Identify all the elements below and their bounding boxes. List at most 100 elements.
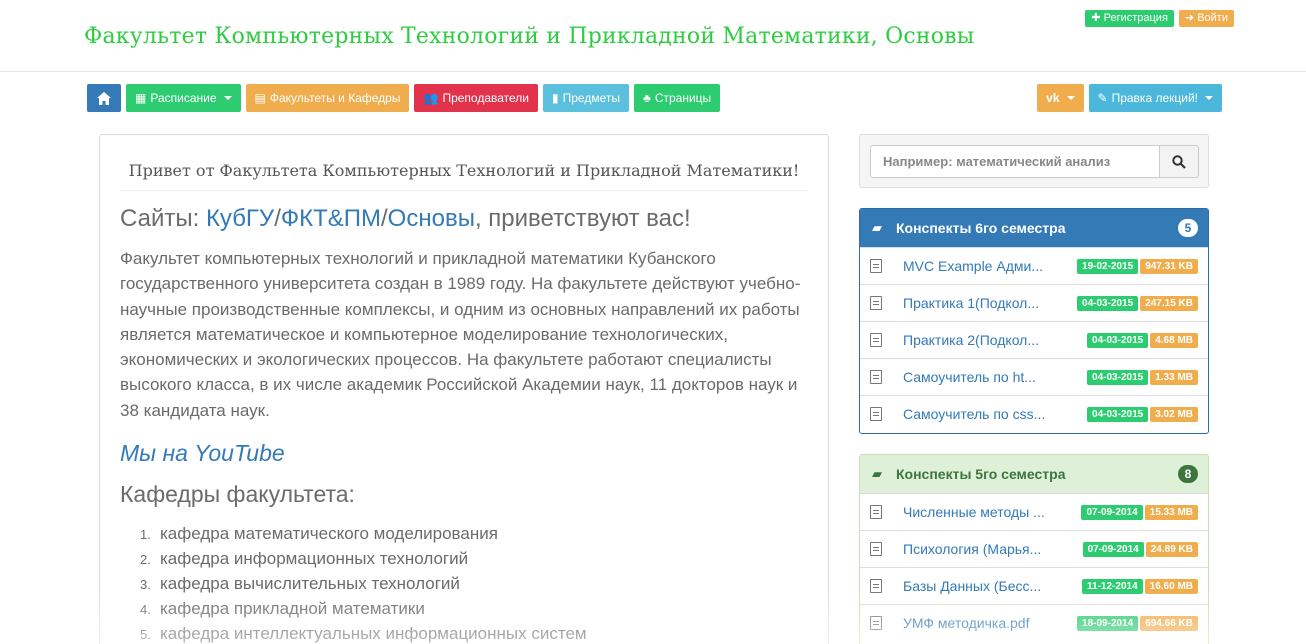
sign-in-icon: ➜ — [1184, 12, 1195, 24]
file-link[interactable]: Базы Данных (Бесс... — [903, 578, 1041, 594]
site-brand[interactable]: Факультет Компьютерных Технологий и Прик… — [84, 24, 974, 49]
file-row[interactable]: УМФ методичка.pdf 18-09-2014 694.66 KB — [860, 604, 1208, 641]
register-button[interactable]: ✚ Регистрация — [1085, 10, 1174, 27]
departments-list: 1. кафедра математического моделирования … — [140, 521, 587, 644]
home-icon — [97, 91, 111, 105]
file-link[interactable]: УМФ методичка.pdf — [903, 615, 1029, 631]
sites-prefix: Сайты: — [120, 205, 206, 232]
search-input[interactable]: Например: математический анализ — [870, 145, 1160, 178]
date-badge: 18-09-2014 — [1077, 615, 1139, 631]
panel-heading[interactable]: ▰ Конспекты 5го семестра 8 — [860, 455, 1208, 493]
file-row[interactable]: Самоучитель по css... 04-03-2015 3.02 MB — [860, 395, 1208, 432]
lectures-dropdown[interactable]: ✎ Правка лекций! — [1088, 84, 1222, 112]
login-label: Войти — [1197, 12, 1228, 24]
file-icon — [870, 333, 882, 347]
size-badge: 16.60 MB — [1144, 578, 1198, 594]
schedule-label: Расписание — [150, 91, 217, 105]
file-icon — [870, 259, 882, 273]
file-link[interactable]: Практика 1(Подкол... — [903, 295, 1039, 311]
size-badge: 3.02 MB — [1150, 406, 1198, 422]
date-badge: 07-09-2014 — [1082, 541, 1144, 557]
department-label: кафедра интеллектуальных информационных … — [160, 624, 587, 643]
osnovy-link[interactable]: Основы — [388, 205, 475, 232]
teachers-button[interactable]: 👥 Преподаватели — [414, 84, 538, 112]
file-row[interactable]: Практика 1(Подкол... 04-03-2015 247.15 KB — [860, 284, 1208, 321]
file-row[interactable]: MVC Example Адми... 19-02-2015 947.31 KB — [860, 247, 1208, 284]
date-badge: 04-03-2015 — [1077, 295, 1139, 311]
youtube-link[interactable]: Мы на YouTube — [120, 440, 285, 467]
file-row[interactable]: Численные методы ... 07-09-2014 15.33 MB — [860, 493, 1208, 530]
auth-buttons: ✚ Регистрация ➜ Войти — [1085, 10, 1234, 27]
department-label: кафедра прикладной математики — [160, 599, 425, 618]
greeting-heading: Привет от Факультета Компьютерных Технол… — [120, 161, 808, 191]
file-icon — [870, 296, 882, 310]
list-number: 2. — [140, 552, 151, 567]
book-icon: ▰ — [872, 466, 882, 481]
size-badge: 947.31 KB — [1140, 258, 1198, 274]
search-button[interactable] — [1159, 145, 1199, 178]
list-number: 3. — [140, 577, 151, 592]
sites-separator: / — [274, 205, 281, 232]
file-row[interactable]: Практика 2(Подкол... 04-03-2015 4.68 MB — [860, 321, 1208, 358]
list-item: 4. кафедра прикладной математики — [140, 596, 587, 621]
department-label: кафедра вычислительных технологий — [160, 574, 460, 593]
subjects-label: Предметы — [562, 91, 620, 105]
chevron-down-icon — [1066, 96, 1075, 100]
lectures-label: Правка лекций! — [1111, 91, 1198, 105]
size-badge: 247.15 KB — [1140, 295, 1198, 311]
file-link[interactable]: Самоучитель по css... — [903, 406, 1045, 422]
calendar-icon: ▦ — [135, 91, 147, 105]
date-badge: 04-03-2015 — [1087, 332, 1149, 348]
size-badge: 15.33 MB — [1144, 504, 1198, 520]
subjects-button[interactable]: ▮ Предметы — [543, 84, 629, 112]
top-header: Факультет Компьютерных Технологий и Прик… — [0, 0, 1306, 72]
count-badge: 8 — [1178, 465, 1198, 483]
schedule-dropdown[interactable]: ▦ Расписание — [126, 84, 241, 112]
faculties-button[interactable]: ▤ Факультеты и Кафедры — [245, 84, 410, 112]
sites-suffix: , приветствуют вас! — [474, 205, 691, 232]
pages-button[interactable]: ♣ Страницы — [633, 84, 721, 112]
semester6-panel: ▰ Конспекты 6го семестра 5 MVC Example Адм… — [859, 208, 1209, 434]
file-link[interactable]: Численные методы ... — [903, 504, 1045, 520]
file-link[interactable]: Психология (Марья... — [903, 541, 1041, 557]
sites-heading: Сайты: КубГУ/ФКТ&ПМ/Основы, приветствуют… — [120, 205, 691, 233]
search-icon — [1172, 154, 1186, 169]
date-badge: 07-09-2014 — [1081, 504, 1143, 520]
file-row[interactable]: Самоучитель по ht... 04-03-2015 1.33 MB — [860, 358, 1208, 395]
size-badge: 694.66 KB — [1140, 615, 1198, 631]
kubsu-link[interactable]: КубГУ — [206, 205, 274, 232]
size-badge: 1.33 MB — [1150, 369, 1198, 385]
file-icon — [870, 370, 882, 384]
date-badge: 04-03-2015 — [1087, 406, 1149, 422]
file-row[interactable]: Базы Данных (Бесс... 11-12-2014 16.60 MB — [860, 567, 1208, 604]
list-item: 1. кафедра математического моделирования — [140, 521, 587, 546]
list-number: 5. — [140, 627, 151, 642]
list-item: 3. кафедра вычислительных технологий — [140, 571, 587, 596]
bookmark-icon: ▮ — [552, 91, 559, 105]
size-badge: 4.68 MB — [1150, 332, 1198, 348]
file-link[interactable]: Самоучитель по ht... — [903, 369, 1036, 385]
semester5-panel: ▰ Конспекты 5го семестра 8 Численные метод… — [859, 454, 1209, 644]
file-icon — [870, 505, 882, 519]
list-number: 1. — [140, 527, 151, 542]
panel-heading[interactable]: ▰ Конспекты 6го семестра 5 — [860, 209, 1208, 247]
vk-icon: vk — [1046, 91, 1060, 105]
file-icon — [870, 542, 882, 556]
department-label: кафедра математического моделирования — [160, 524, 498, 543]
login-button[interactable]: ➜ Войти — [1178, 10, 1234, 27]
departments-heading: Кафедры факультета: — [120, 481, 355, 507]
home-button[interactable] — [87, 84, 121, 112]
fktpm-link[interactable]: ФКТ&ПМ — [281, 205, 381, 232]
plus-icon: ✚ — [1091, 12, 1101, 24]
file-row[interactable]: Психология (Марья... 07-09-2014 24.89 KB — [860, 530, 1208, 567]
pages-label: Страницы — [654, 91, 712, 105]
faculties-label: Факультеты и Кафедры — [269, 91, 401, 105]
panel-title: Конспекты 6го семестра — [896, 220, 1066, 236]
intro-paragraph: Факультет компьютерных технологий и прик… — [120, 249, 801, 420]
vk-dropdown[interactable]: vk — [1037, 84, 1084, 112]
list-item: 5. кафедра интеллектуальных информационны… — [140, 621, 587, 644]
file-link[interactable]: Практика 2(Подкол... — [903, 332, 1039, 348]
file-link[interactable]: MVC Example Адми... — [903, 258, 1043, 274]
chevron-down-icon — [1205, 96, 1213, 100]
panel-title: Конспекты 5го семестра — [896, 466, 1066, 482]
